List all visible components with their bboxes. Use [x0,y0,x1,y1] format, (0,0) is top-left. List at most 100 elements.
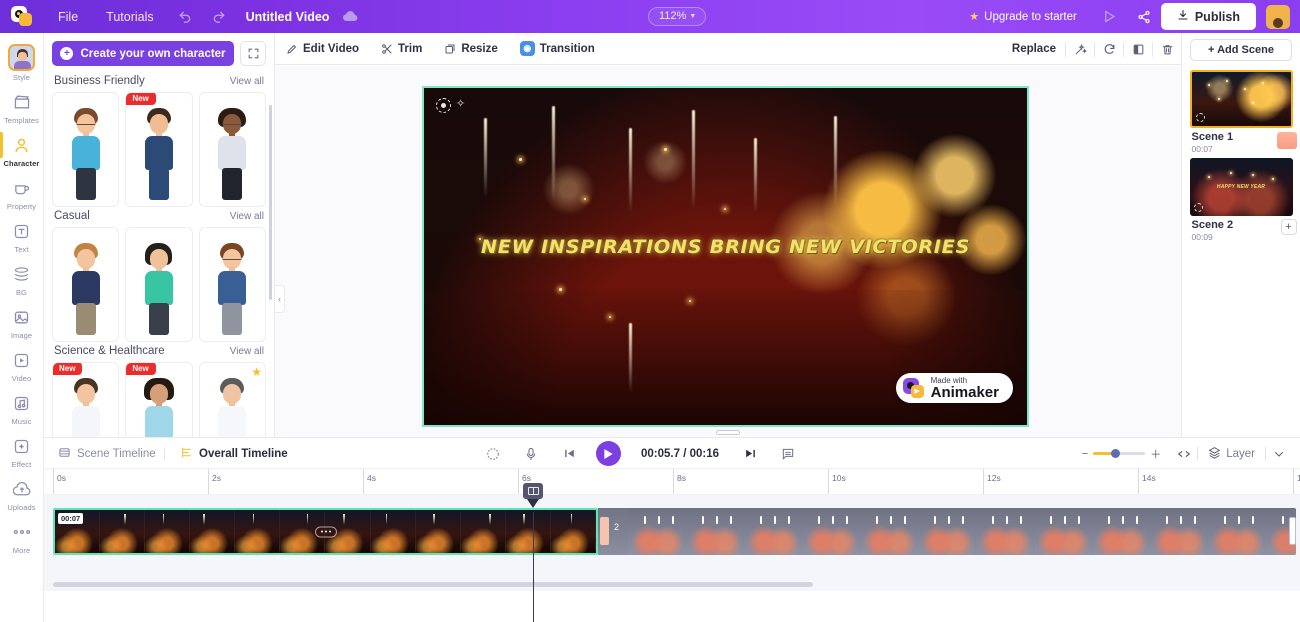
character-card[interactable] [198,227,266,342]
tool-trim[interactable]: Trim [370,33,433,65]
add-scene-button[interactable]: + Add Scene [1190,39,1292,61]
ruler-tick: 4s [367,473,376,483]
create-own-character-button[interactable]: + Create your own character [52,41,234,66]
sidebar-item-video[interactable]: Video [0,343,44,386]
timeline-ruler[interactable]: 0s 2s 4s 6s 8s 10s 12s 14s 16 [44,469,1300,495]
flip-icon[interactable] [1124,33,1152,65]
clip-end-trim-handle[interactable] [1289,517,1296,545]
minus-icon[interactable]: − [1082,448,1088,460]
sidebar-item-effect[interactable]: Effect [0,429,44,472]
sidebar-item-templates[interactable]: Templates [0,85,44,128]
scene-card-1[interactable]: Scene 1 00:07 [1189,70,1297,154]
tool-resize[interactable]: Resize [433,33,508,65]
menu-tutorials[interactable]: Tutorials [92,0,167,33]
play-button[interactable] [596,441,621,466]
style-avatar-icon [8,44,35,71]
favorite-star-icon[interactable]: ★ [251,365,262,379]
character-card[interactable]: New [125,362,193,437]
panel-collapse-chevron-left-icon[interactable]: ‹ [275,285,285,313]
sidebar-item-music[interactable]: Music [0,386,44,429]
character-card[interactable]: New [52,362,120,437]
watermark: ▶ Made with Animaker [895,373,1013,403]
clip-drag-dots-icon[interactable] [314,526,337,537]
sidebar-item-bg[interactable]: BG [0,257,44,300]
character-card[interactable]: ★ [198,362,266,437]
sidebar-item-label: Text [14,245,29,254]
canvas-overlay-text[interactable]: NEW INSPIRATIONS BRING NEW VICTORIES [424,236,1027,258]
sidebar-item-more[interactable]: More [0,515,44,558]
tool-label: Edit Video [303,42,360,55]
character-card[interactable]: New [125,92,193,207]
add-scene-inline-button[interactable]: + [1280,219,1297,235]
badge-new: New [126,363,156,375]
fit-width-icon[interactable] [1171,438,1197,469]
rotate-icon[interactable] [1095,33,1123,65]
sidebar-item-image[interactable]: Image [0,300,44,343]
character-card[interactable] [52,92,120,207]
panel-scrollbar[interactable] [269,105,272,300]
subtitle-icon[interactable] [769,438,807,469]
view-all-casual[interactable]: View all [230,211,264,222]
plus-icon[interactable]: ＋ [1150,446,1161,462]
chevron-down-icon[interactable] [1266,438,1292,469]
zoom-level-selector[interactable]: 112% ▼ [648,7,707,26]
video-icon [10,348,34,372]
tab-scene-timeline[interactable]: Scene Timeline [58,446,156,462]
divider [164,448,165,460]
layer-button[interactable]: Layer [1198,446,1265,462]
skip-back-icon[interactable] [550,438,588,469]
timeline-clip-scene-1[interactable]: 00:07 [53,508,598,555]
video-canvas[interactable]: NEW INSPIRATIONS BRING NEW VICTORIES ✧ ▶… [422,86,1029,427]
sparkle-wand-icon[interactable]: ✧ [456,97,465,110]
clip-trim-handle[interactable] [600,517,609,545]
undo-icon[interactable] [168,0,202,33]
tab-label: Overall Timeline [199,448,288,460]
delete-icon[interactable] [1153,33,1181,65]
timeline-toolbar: Scene Timeline Overall Timeline 00:05.7 … [44,438,1300,469]
view-all-science[interactable]: View all [230,346,264,357]
publish-button[interactable]: Publish [1160,3,1256,30]
section-business-friendly-header: Business Friendly View all [44,72,274,92]
redo-icon[interactable] [202,0,236,33]
project-title[interactable]: Untitled Video [236,10,340,24]
slider-knob[interactable] [1111,449,1121,458]
scene-color-swatch[interactable] [1276,132,1297,149]
microphone-icon[interactable] [512,438,550,469]
tool-transition[interactable]: ◉ Transition [509,33,606,65]
magic-wand-icon[interactable] [1066,33,1094,65]
stage-resize-grip[interactable] [716,430,740,435]
upgrade-button[interactable]: ★ Upgrade to starter [969,10,1093,24]
timeline-track-area[interactable]: 00:07 2 [44,495,1300,591]
menu-file[interactable]: File [44,0,92,33]
sidebar-item-property[interactable]: Property [0,171,44,214]
timeline-clip-scene-2[interactable]: 2 [598,508,1296,555]
sidebar-item-style[interactable]: Style [0,39,44,85]
sidebar-item-uploads[interactable]: Uploads [0,472,44,515]
character-card[interactable] [125,227,193,342]
create-button-label: Create your own character [80,47,226,60]
select-handle-icon[interactable] [436,98,451,113]
sidebar-item-character[interactable]: Character [0,128,44,171]
share-icon[interactable] [1127,0,1161,33]
tool-edit-video[interactable]: Edit Video [275,33,370,65]
slider-track[interactable] [1093,449,1146,458]
focus-target-icon[interactable] [474,438,512,469]
view-all-business-friendly[interactable]: View all [230,76,264,87]
replace-button[interactable]: Replace [1003,43,1065,55]
preview-play-icon[interactable] [1093,0,1127,33]
sidebar-item-text[interactable]: Text [0,214,44,257]
skip-forward-icon[interactable] [731,438,769,469]
timeline-horizontal-scrollbar[interactable] [53,582,813,587]
character-card[interactable] [198,92,266,207]
character-card[interactable] [52,227,120,342]
avatar[interactable] [1266,4,1290,29]
ruler-tick: 14s [1142,473,1156,483]
clip-duration-badge: 00:07 [58,513,84,524]
top-bar-right: ★ Upgrade to starter Publish [969,0,1300,33]
tab-overall-timeline[interactable]: Overall Timeline [180,446,288,462]
expand-arrows-icon[interactable] [240,41,266,66]
edit-toolbar: Edit Video Trim Resize ◉ Transition Repl… [275,33,1181,65]
app-logo[interactable] [0,0,44,33]
timeline-zoom-slider[interactable]: − ＋ [1072,446,1171,462]
scene-card-2[interactable]: HAPPY NEW YEAR Scene 2 00:09 + [1189,158,1297,242]
